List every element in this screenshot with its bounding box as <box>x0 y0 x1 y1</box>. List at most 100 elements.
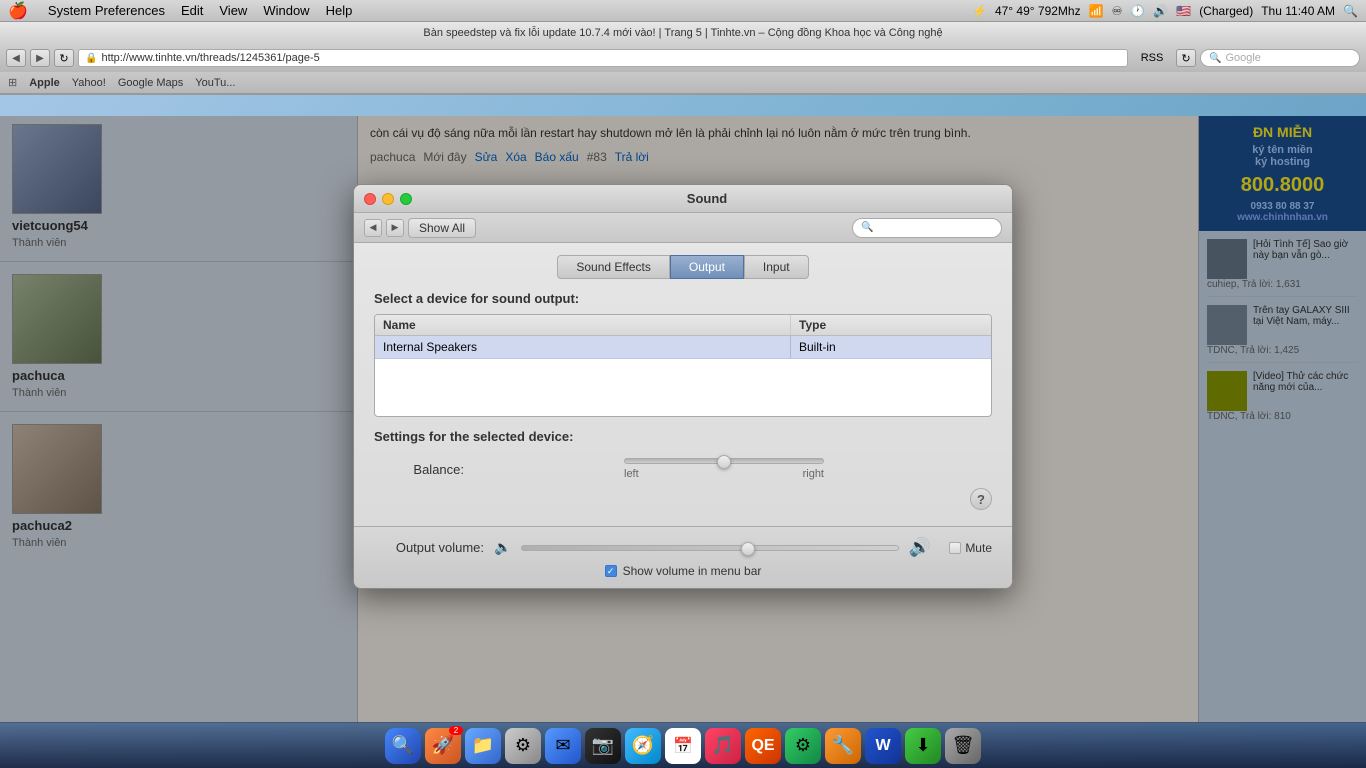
dialog-tabs: Sound Effects Output Input <box>354 243 1012 279</box>
mute-label: Mute <box>965 541 992 555</box>
dialog-toolbar: ◀ ▶ Show All 🔍 <box>354 213 1012 243</box>
search-bar[interactable]: 🔍 Google <box>1200 49 1360 67</box>
search-icon: 🔍 <box>1209 53 1221 64</box>
device-type: Built-in <box>791 336 991 358</box>
dialog-title: Sound <box>412 191 1002 206</box>
help-row: ? <box>374 484 992 514</box>
mute-container: Mute <box>949 541 992 555</box>
wifi-icon: 📶 <box>1089 4 1104 18</box>
mute-checkbox[interactable] <box>949 542 961 554</box>
dock-safari[interactable]: 🧭 <box>625 728 661 764</box>
show-volume-label: Show volume in menu bar <box>623 564 762 578</box>
dock-trash[interactable]: 🗑 <box>945 728 981 764</box>
device-table-body: Internal Speakers Built-in <box>375 336 991 416</box>
bookmark-googlemaps[interactable]: Google Maps <box>118 77 183 89</box>
dialog-titlebar: Sound <box>354 185 1012 213</box>
close-button[interactable] <box>364 193 376 205</box>
battery-status: (Charged) <box>1199 4 1253 18</box>
browser-title-bar: Bàn speedstep và fix lỗi update 10.7.4 m… <box>0 22 1366 44</box>
volume-slider-thumb[interactable] <box>741 542 755 556</box>
balance-label: Balance: <box>394 462 464 477</box>
url-bar[interactable]: 🔒 http://www.tinhte.vn/threads/1245361/p… <box>78 49 1128 67</box>
minimize-button[interactable] <box>382 193 394 205</box>
reload-button[interactable]: ↻ <box>54 49 74 67</box>
show-volume-row: ✓ Show volume in menu bar <box>374 564 992 578</box>
tab-sound-effects[interactable]: Sound Effects <box>557 255 670 279</box>
device-table: Name Type Internal Speakers Built-in <box>374 314 992 417</box>
section-title: Select a device for sound output: <box>374 291 992 306</box>
page-title: Bàn speedstep và fix lỗi update 10.7.4 m… <box>423 27 942 39</box>
spotlight-icon[interactable]: 🔍 <box>1343 4 1358 18</box>
menu-system-preferences[interactable]: System Preferences <box>48 3 165 18</box>
tab-output[interactable]: Output <box>670 255 744 279</box>
volume-slider-track[interactable] <box>521 545 898 551</box>
menu-bar: 🍎 System Preferences Edit View Window He… <box>0 0 1366 22</box>
dock-mail[interactable]: ✉ <box>545 728 581 764</box>
battery-icon: ⚡ <box>972 4 987 18</box>
bookmarks-bar: ⊞ Apple Yahoo! Google Maps YouTu... <box>0 72 1366 94</box>
dock: 🔍 🚀 2 📁 ⚙ ✉ 📷 🧭 📅 🎵 QE ⚙ <box>0 722 1366 768</box>
dialog-search[interactable]: 🔍 <box>852 218 1002 238</box>
reload-button-2[interactable]: ↻ <box>1176 49 1196 67</box>
back-button[interactable]: ◀ <box>6 49 26 67</box>
balance-row: Balance: left right <box>374 454 992 484</box>
dock-calendar[interactable]: 📅 <box>665 728 701 764</box>
bookmark-youtube[interactable]: YouTu... <box>195 77 235 89</box>
search-placeholder: Google <box>1225 52 1260 64</box>
dialog-bottom: Output volume: 🔈 🔊 Mute ✓ Show volume in… <box>354 526 1012 588</box>
dock-launchpad[interactable]: 🚀 2 <box>425 728 461 764</box>
dock-settings[interactable]: ⚙ <box>505 728 541 764</box>
flag-icon: 🇺🇸 <box>1176 4 1191 18</box>
dock-tool1[interactable]: ⚙ <box>785 728 821 764</box>
bookmark-yahoo[interactable]: Yahoo! <box>72 77 106 89</box>
device-row[interactable]: Internal Speakers Built-in <box>375 336 991 359</box>
forward-button[interactable]: ▶ <box>30 49 50 67</box>
dock-download[interactable]: ⬇ <box>905 728 941 764</box>
dock-finder[interactable]: 🔍 <box>385 728 421 764</box>
volume-menubar-icon[interactable]: 🔊 <box>1153 4 1168 18</box>
dock-game[interactable]: QE <box>745 728 781 764</box>
device-name: Internal Speakers <box>375 336 791 358</box>
bookmark-apple[interactable]: Apple <box>29 77 60 89</box>
device-table-header: Name Type <box>375 315 991 336</box>
traffic-lights <box>364 193 412 205</box>
show-all-button[interactable]: Show All <box>408 218 476 238</box>
menu-view[interactable]: View <box>219 3 247 18</box>
browser: Bàn speedstep và fix lỗi update 10.7.4 m… <box>0 22 1366 768</box>
menu-help[interactable]: Help <box>326 3 353 18</box>
browser-toolbar: ◀ ▶ ↻ 🔒 http://www.tinhte.vn/threads/124… <box>0 44 1366 72</box>
apple-menu[interactable]: 🍎 <box>8 1 28 21</box>
dock-music[interactable]: 🎵 <box>705 728 741 764</box>
dialog-search-icon: 🔍 <box>861 222 873 233</box>
balance-slider-track[interactable] <box>624 458 824 464</box>
rss-button[interactable]: RSS <box>1132 52 1172 64</box>
browser-chrome: Bàn speedstep và fix lỗi update 10.7.4 m… <box>0 22 1366 95</box>
menu-edit[interactable]: Edit <box>181 3 203 18</box>
clock-time: Thu 11:40 AM <box>1261 4 1335 18</box>
balance-slider: left right <box>476 458 972 480</box>
volume-high-icon: 🔊 <box>909 537 931 558</box>
output-volume-row: Output volume: 🔈 🔊 Mute <box>374 537 992 558</box>
dialog-content: Select a device for sound output: Name T… <box>354 279 1012 526</box>
volume-label: Output volume: <box>374 540 484 555</box>
dock-files[interactable]: 📁 <box>465 728 501 764</box>
tab-input[interactable]: Input <box>744 255 809 279</box>
show-volume-checkbox[interactable]: ✓ <box>605 565 617 577</box>
dialog-forward-button[interactable]: ▶ <box>386 219 404 237</box>
sound-dialog: Sound ◀ ▶ Show All 🔍 Sound Effects Outpu… <box>353 184 1013 589</box>
balance-labels: left right <box>624 468 824 480</box>
dock-word[interactable]: W <box>865 728 901 764</box>
dialog-back-button[interactable]: ◀ <box>364 219 382 237</box>
balance-slider-thumb[interactable] <box>717 455 731 469</box>
settings-title: Settings for the selected device: <box>374 429 992 444</box>
dock-badge-launchpad: 2 <box>449 726 463 735</box>
volume-low-icon: 🔈 <box>494 539 511 556</box>
bluetooth-icon: ♾ <box>1112 4 1123 18</box>
dock-tool2[interactable]: 🔧 <box>825 728 861 764</box>
help-button[interactable]: ? <box>970 488 992 510</box>
maximize-button[interactable] <box>400 193 412 205</box>
clock-icon: 🕐 <box>1130 4 1145 18</box>
menu-window[interactable]: Window <box>263 3 309 18</box>
col-header-name: Name <box>375 315 791 335</box>
dock-camera[interactable]: 📷 <box>585 728 621 764</box>
